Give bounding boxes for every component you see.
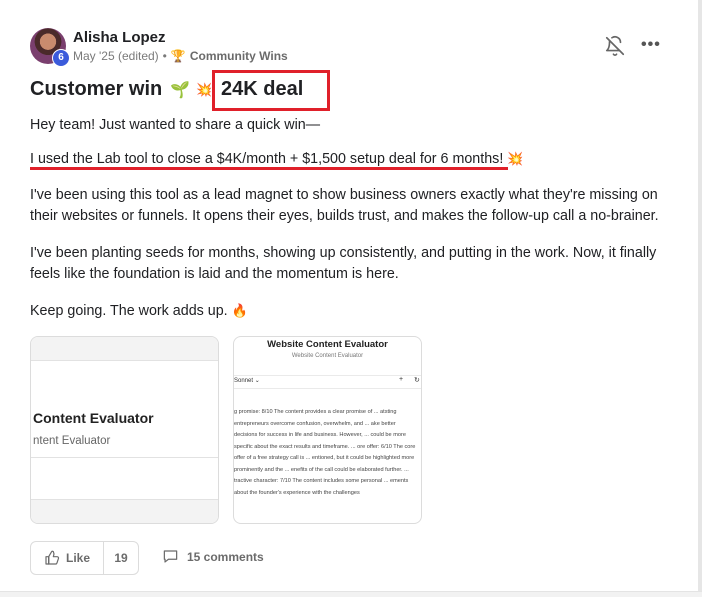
- meta-separator: •: [162, 49, 167, 63]
- attachment-thumbnail-2[interactable]: Website Content Evaluator Website Conten…: [233, 336, 422, 524]
- thumbnail-toolbar: [234, 375, 421, 389]
- card-bottom-edge: [0, 591, 702, 597]
- post-paragraph-4: I've been planting seeds for months, sho…: [30, 245, 657, 282]
- post-card: 6 Alisha Lopez May '25 (edited) • 🏆 Comm…: [0, 0, 702, 597]
- post-paragraph-1: Hey team! Just wanted to share a quick w…: [30, 117, 321, 133]
- model-select: Sonnet ⌄: [234, 378, 260, 384]
- comments-button[interactable]: 15 comments: [162, 549, 264, 564]
- refresh-icon: ↻: [414, 377, 420, 384]
- thumbs-up-icon: [45, 550, 60, 565]
- attachment-subtitle: ntent Evaluator: [33, 435, 111, 447]
- fire-emoji: 🔥: [231, 303, 248, 318]
- trophy-icon: 🏆: [170, 49, 186, 63]
- post-meta: May '25 (edited) • 🏆 Community Wins: [73, 49, 288, 63]
- more-horizontal-icon[interactable]: •••: [641, 36, 661, 54]
- collision-emoji: 💥: [196, 81, 213, 97]
- comment-icon: [163, 550, 178, 563]
- red-underline: [30, 167, 508, 170]
- post-paragraph-5: Keep going. The work adds up. 🔥: [30, 300, 670, 322]
- attachment-body-text: g promise: 8/10 The content provides a c…: [234, 409, 416, 496]
- attachment-thumbnail-1[interactable]: Content Evaluator ntent Evaluator: [30, 336, 219, 524]
- post-paragraph-3: I've been using this tool as a lead magn…: [30, 187, 659, 224]
- like-label: Like: [65, 551, 90, 565]
- like-count[interactable]: 19: [104, 542, 138, 574]
- attachment-title: Content Evaluator: [33, 410, 154, 426]
- collision-emoji: 💥: [507, 151, 524, 166]
- attachment-subtitle: Website Content Evaluator: [291, 353, 364, 359]
- comments-label: 15 comments: [187, 549, 264, 564]
- scrollbar[interactable]: [698, 0, 702, 597]
- category-link[interactable]: Community Wins: [190, 49, 288, 63]
- seedling-emoji: 🌱: [170, 81, 191, 99]
- post-paragraph-2-text: I used the Lab tool to close a $4K/month…: [30, 151, 504, 167]
- thumbnail-panel: [31, 458, 218, 500]
- thumbnail-band: [31, 500, 218, 523]
- attachment-title: Website Content Evaluator: [267, 339, 388, 350]
- model-select-label: Sonnet: [234, 378, 254, 384]
- plus-icon: +: [399, 376, 404, 383]
- post-title-deal: 24K deal: [221, 78, 304, 100]
- post-title-text: Customer win: [30, 78, 163, 100]
- like-button[interactable]: Like: [31, 542, 103, 574]
- thumbnail-band: [31, 337, 218, 361]
- post-title: Customer win 🌱 💥: [30, 78, 212, 101]
- author-name[interactable]: Alisha Lopez: [73, 29, 166, 46]
- bell-off-icon[interactable]: [604, 35, 626, 57]
- level-badge: 6: [52, 49, 70, 67]
- post-paragraph-5-text: Keep going. The work adds up.: [30, 303, 228, 319]
- post-timestamp: May '25 (edited): [73, 49, 159, 63]
